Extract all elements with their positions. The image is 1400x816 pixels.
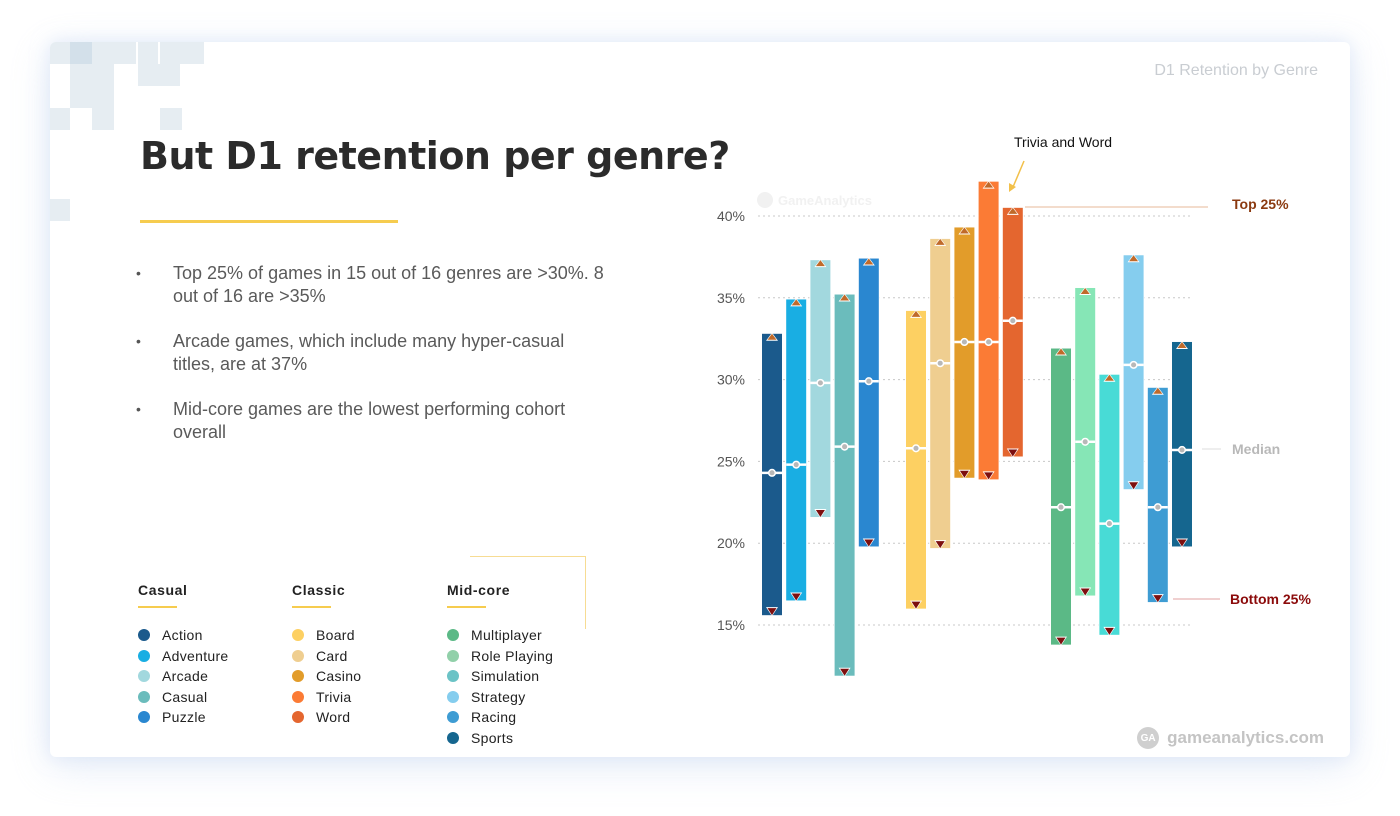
median-dot — [1105, 519, 1114, 528]
bar-card — [930, 238, 951, 549]
bar-board — [906, 310, 926, 609]
bar-casino — [954, 227, 975, 478]
bar-casual — [834, 294, 855, 676]
median-dot — [1129, 360, 1138, 369]
bar-sports — [1172, 341, 1192, 547]
y-tick-label: 15% — [717, 617, 745, 633]
median-dot — [1153, 503, 1162, 512]
y-tick-label: 25% — [717, 453, 745, 469]
bottom-25-label: Bottom 25% — [1230, 591, 1311, 607]
median-dot — [1008, 316, 1017, 325]
y-tick-label: 35% — [717, 290, 745, 306]
bar-racing — [1147, 387, 1168, 603]
bar-strategy — [1123, 255, 1144, 490]
median-dot — [936, 359, 945, 368]
bar-trivia — [978, 181, 999, 480]
median-dot — [960, 337, 969, 347]
median-dot — [1056, 503, 1066, 512]
median-dot — [911, 444, 921, 453]
bar-adventure — [786, 299, 807, 601]
annotation-arrow-head-icon — [1009, 183, 1016, 192]
median-dot — [816, 378, 825, 387]
annotation-arrow-line — [1012, 160, 1025, 188]
median-dot — [864, 377, 873, 386]
annotation-label: Trivia and Word — [1014, 134, 1112, 150]
y-tick-label: 30% — [717, 372, 745, 388]
y-tick-label: 40% — [717, 208, 745, 224]
bar-puzzle — [858, 258, 879, 547]
bar-simulation — [1099, 374, 1120, 635]
chart-watermark: GameAnalytics — [778, 193, 872, 208]
median-dot — [767, 468, 777, 477]
median-dot — [1081, 437, 1090, 446]
top-25-label: Top 25% — [1232, 196, 1289, 212]
median-dot — [984, 337, 993, 347]
median-dot — [792, 460, 801, 469]
median-dot — [1177, 445, 1187, 454]
watermark-logo-icon — [757, 192, 773, 208]
median-dot — [840, 442, 849, 451]
bar-word — [1002, 207, 1023, 457]
retention-chart: GameAnalytics 40% 35% 30% 25% 20% 15% Trivia an… — [717, 134, 1311, 677]
bar-multiplayer — [1051, 348, 1071, 645]
bar-arcade — [810, 260, 831, 518]
y-tick-label: 20% — [717, 535, 745, 551]
median-label: Median — [1232, 441, 1280, 457]
